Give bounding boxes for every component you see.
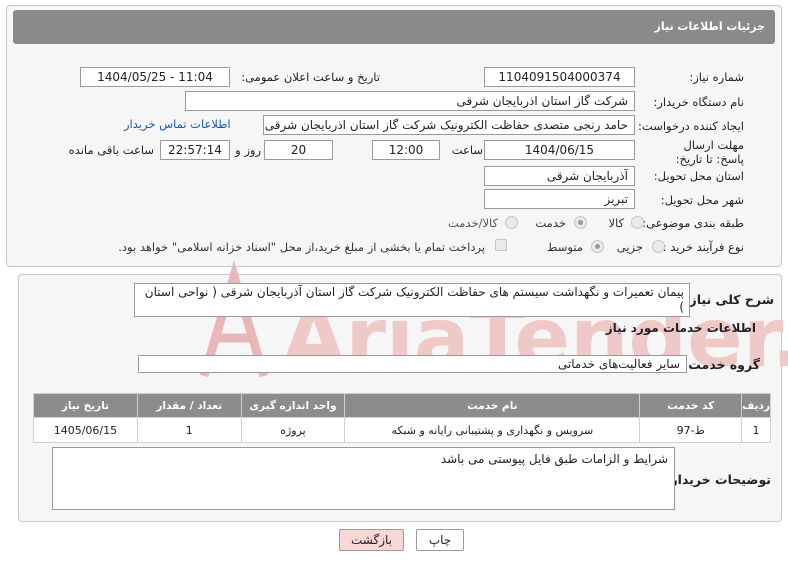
cell-unit: پروژه (240, 417, 346, 443)
cell-row: 1 (741, 417, 771, 443)
treasury-payment-note: پرداخت تمام یا بخشی از مبلغ خرید،از محل … (118, 240, 485, 254)
category-service-radio[interactable] (574, 216, 587, 229)
remaining-time-field: 22:57:14 (160, 140, 230, 160)
print-button[interactable]: چاپ (416, 529, 464, 551)
cell-service-code: ط-97 (639, 417, 743, 443)
buyer-notes-textarea[interactable]: شرایط و الزامات طبق فایل پیوستی می باشد (52, 447, 675, 510)
deadline-time-field: 12:00 (372, 140, 440, 160)
treasury-payment-checkbox[interactable] (495, 239, 507, 251)
cell-service-name: سرویس و نگهداری و پشتیبانی رایانه و شبکه (344, 417, 641, 443)
services-section-title: اطلاعات خدمات مورد نیاز (605, 321, 756, 335)
requester-field: حامد رنجی متصدی حفاظت الکترونیک شرکت گاز… (263, 115, 635, 135)
deadline-date-field: 1404/06/15 (484, 140, 635, 160)
table-row: 1 ط-97 سرویس و نگهداری و پشتیبانی رایانه… (33, 417, 771, 443)
service-group-label: گروه خدمت: (683, 357, 760, 372)
deadline-time-label: ساعت (451, 143, 483, 157)
category-goods-service-label: کالا/خدمت (447, 216, 498, 230)
cell-quantity: 1 (136, 417, 242, 443)
col-row: ردیف (741, 393, 771, 418)
service-group-field: سایر فعالیت‌های خدماتی (138, 355, 687, 373)
province-field: آذربایجان شرقی (484, 166, 635, 186)
category-goods-service-radio[interactable] (505, 216, 518, 229)
services-table: ردیف کد خدمت نام خدمت واحد اندازه گیری ت… (33, 393, 771, 443)
deadline-label: مهلت ارسال پاسخ: تا تاریخ: (675, 138, 744, 166)
col-need-date: تاریخ نیاز (33, 393, 138, 418)
buyer-contact-link[interactable]: اطلاعات تماس خریدار (124, 117, 231, 131)
city-field: تبریز (484, 189, 635, 209)
need-number-label: شماره نیاز: (689, 70, 744, 84)
buyer-org-field: شرکت گاز استان اذربایجان شرقی (185, 91, 635, 111)
page-title: جزئیات اطلاعات نیاز (13, 10, 775, 44)
process-type-label: نوع فرآیند خرید : (662, 240, 744, 254)
category-service-label: خدمت (535, 216, 566, 230)
category-goods-label: کالا (608, 216, 624, 230)
city-label: شهر محل تحویل: (660, 193, 744, 207)
category-goods-radio[interactable] (631, 216, 644, 229)
process-medium-radio[interactable] (591, 240, 604, 253)
buyer-org-label: نام دستگاه خریدار: (653, 95, 744, 109)
province-label: استان محل تحویل: (653, 169, 744, 183)
summary-label: شرح کلی نیاز: (684, 292, 774, 307)
remaining-days-label: روز و (235, 143, 261, 157)
col-service-name: نام خدمت (344, 393, 641, 418)
cell-need-date: 1405/06/15 (33, 417, 138, 443)
services-table-header: ردیف کد خدمت نام خدمت واحد اندازه گیری ت… (33, 393, 771, 418)
announce-date-field: 1404/05/25 - 11:04 (80, 67, 230, 87)
remaining-time-label: ساعت باقی مانده (68, 143, 154, 157)
category-label: طبقه بندی موضوعی: (642, 216, 744, 230)
col-service-code: کد خدمت (639, 393, 743, 418)
col-quantity: تعداد / مقدار (136, 393, 242, 418)
requester-label: ایجاد کننده درخواست: (638, 119, 744, 133)
buyer-notes-label: توضیحات خریدار: (665, 472, 771, 487)
col-unit: واحد اندازه گیری (240, 393, 346, 418)
process-medium-label: متوسط (546, 240, 583, 254)
remaining-days-field: 20 (264, 140, 333, 160)
process-minor-label: جزیی (616, 240, 643, 254)
process-minor-radio[interactable] (652, 240, 665, 253)
announce-date-label: تاریخ و ساعت اعلان عمومی: (241, 70, 380, 84)
summary-textarea[interactable]: پیمان تعمیرات و نگهداشت سیستم های حفاظت … (134, 283, 690, 317)
back-button[interactable]: بازگشت (339, 529, 404, 551)
need-number-field: 1104091504000374 (484, 67, 635, 87)
